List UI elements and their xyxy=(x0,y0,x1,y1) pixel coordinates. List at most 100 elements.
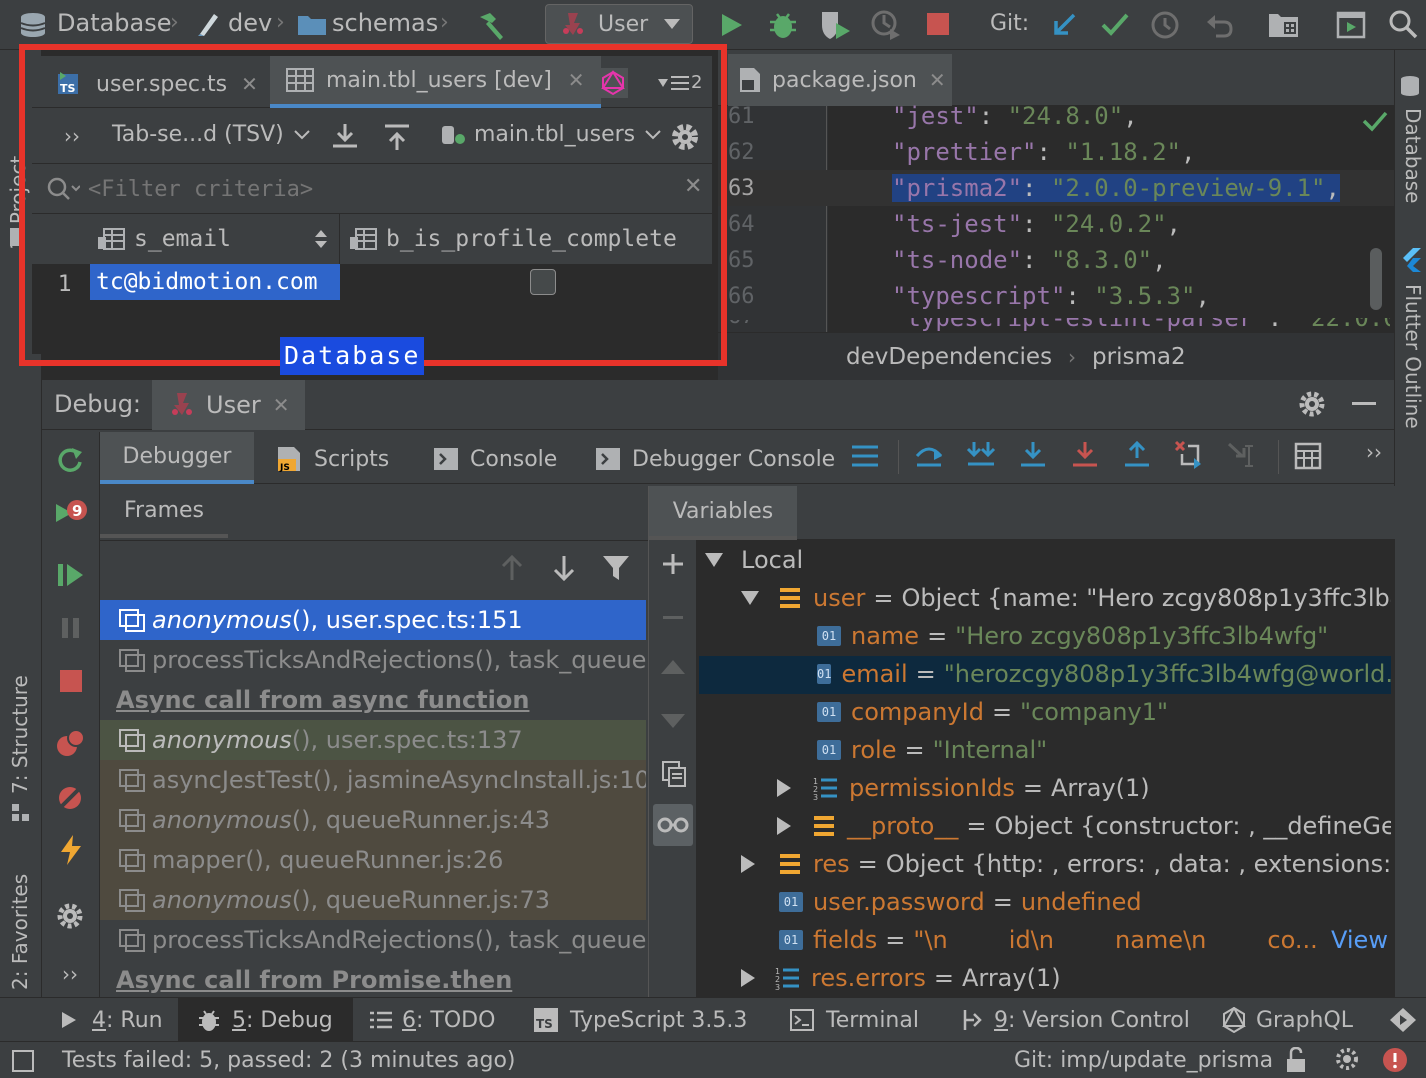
rollback-icon[interactable] xyxy=(1204,10,1234,40)
arrow-up-icon[interactable] xyxy=(500,554,524,582)
variable-res[interactable]: res = Object {http: , errors: , data: , e… xyxy=(741,850,1391,878)
tab-console[interactable]: Console xyxy=(434,442,557,476)
toolbar-expand-icon[interactable]: ›› xyxy=(1366,440,1382,464)
git-commit-check-icon[interactable] xyxy=(1100,11,1130,37)
favorites-tool-button[interactable]: 2: Favorites xyxy=(8,874,32,990)
git-branch-widget[interactable]: Git: imp/update_prisma xyxy=(1014,1048,1273,1073)
tool-tab-terminal[interactable]: Terminal xyxy=(790,1002,919,1038)
force-step-into-icon[interactable] xyxy=(1070,440,1100,470)
code-line-selected[interactable]: "prisma2": "2.0.0-preview-9.1", xyxy=(892,174,1340,202)
show-execution-point-icon[interactable] xyxy=(914,440,944,470)
breadcrumb-database[interactable]: Database xyxy=(57,9,172,37)
add-watch-plus-icon[interactable] xyxy=(661,552,685,576)
tab-package-json[interactable]: package.json ✕ xyxy=(728,54,952,106)
tool-tab-debug[interactable]: 5: Debug xyxy=(178,998,353,1042)
coverage-shield-icon[interactable] xyxy=(818,9,852,41)
debug-session-tab[interactable]: User ✕ xyxy=(152,380,306,430)
view-breakpoints-icon[interactable] xyxy=(56,728,86,758)
step-over-icon[interactable] xyxy=(966,440,996,470)
tool-tab-graphql[interactable]: GraphQL xyxy=(1222,1002,1353,1038)
variable-companyid-field[interactable]: 01 companyId = "company1" xyxy=(817,698,1168,726)
breadcrumb-dev[interactable]: dev xyxy=(228,9,272,37)
run-config-select[interactable]: User xyxy=(545,4,693,44)
close-icon[interactable]: ✕ xyxy=(273,393,290,417)
tool-tab-run[interactable]: 4: Run xyxy=(60,1002,163,1038)
toolbar-expand-icon[interactable]: ›› xyxy=(62,962,78,986)
stop-icon[interactable] xyxy=(60,670,82,692)
variable-user-password[interactable]: 01 user.password = undefined xyxy=(779,888,1142,916)
remove-watch-minus-icon[interactable] xyxy=(663,616,683,619)
editor-scrollbar[interactable] xyxy=(1370,248,1382,310)
variables-tab[interactable]: Variables xyxy=(649,486,797,540)
variable-email-field[interactable]: 01 email = "herozcgy808p1y3ffc3lb4wfg@wor… xyxy=(817,660,1391,688)
move-up-icon[interactable] xyxy=(661,660,685,674)
copy-icon[interactable] xyxy=(661,760,687,788)
step-into-icon[interactable] xyxy=(1018,440,1048,470)
variable-fields[interactable]: 01 fields = "\n id\n name\n co... xyxy=(779,926,1391,954)
frame-row[interactable]: anonymous (), user.spec.ts:137 xyxy=(100,720,646,760)
gear-icon[interactable] xyxy=(1298,390,1326,418)
evaluate-expression-icon[interactable] xyxy=(1294,442,1322,470)
debug-bug-icon[interactable] xyxy=(767,10,799,40)
tool-tab-version-control[interactable]: 9: Version Control xyxy=(960,1002,1190,1038)
tab-scripts[interactable]: JS Scripts xyxy=(276,442,389,476)
lightning-icon[interactable] xyxy=(58,834,84,866)
run-icon[interactable] xyxy=(718,12,744,38)
step-out-icon[interactable] xyxy=(1122,440,1152,470)
variable-res-errors[interactable]: 123 res.errors = Array(1) xyxy=(741,964,1061,992)
project-structure-icon[interactable] xyxy=(1268,10,1300,40)
tool-windows-toggle-icon[interactable] xyxy=(12,1050,34,1072)
minimize-icon[interactable] xyxy=(1352,402,1376,405)
close-icon[interactable]: ✕ xyxy=(929,68,946,92)
search-icon[interactable] xyxy=(1388,9,1418,39)
breadcrumb-prisma2[interactable]: prisma2 xyxy=(1092,344,1186,370)
stop-icon[interactable] xyxy=(927,13,949,35)
list-menu-icon[interactable] xyxy=(852,444,878,468)
inspection-settings-icon[interactable] xyxy=(1334,1046,1362,1074)
history-icon[interactable] xyxy=(1150,10,1180,40)
resume-icon[interactable] xyxy=(56,562,84,588)
lock-icon[interactable] xyxy=(1284,1047,1308,1073)
arrow-down-icon[interactable] xyxy=(552,554,576,582)
variable-user[interactable]: user = Object {name: "Hero zcgy808p1y3ff… xyxy=(741,584,1391,612)
error-alert-icon[interactable] xyxy=(1382,1047,1408,1073)
flutter-outline-tool-button[interactable]: Flutter Outline xyxy=(1401,284,1425,429)
inspection-ok-check-icon[interactable] xyxy=(1362,110,1388,132)
local-scope-node[interactable]: Local xyxy=(705,546,803,574)
frame-row[interactable]: processTicksAndRejections(), task_queues… xyxy=(100,640,646,680)
view-link[interactable]: View xyxy=(1327,926,1388,954)
mute-breakpoints-icon[interactable] xyxy=(56,784,84,812)
frame-row[interactable]: asyncJestTest (), jasmineAsyncInstall.js:… xyxy=(100,760,646,800)
rerun-failed-tests-icon[interactable]: 9 xyxy=(54,498,88,528)
tab-debugger[interactable]: Debugger xyxy=(100,432,254,484)
breadcrumb-schemas[interactable]: schemas xyxy=(332,9,438,37)
event-log-icon[interactable] xyxy=(1388,1006,1418,1034)
drop-frame-icon[interactable] xyxy=(1174,440,1204,470)
variable-name-field[interactable]: 01 name = "Hero zcgy808p1y3ffc3lb4wfg" xyxy=(817,622,1391,650)
database-tool-button[interactable]: Database xyxy=(1401,108,1425,203)
status-message[interactable]: Tests failed: 5, passed: 2 (3 minutes ag… xyxy=(62,1048,516,1073)
move-down-icon[interactable] xyxy=(661,714,685,728)
gear-icon[interactable] xyxy=(56,902,84,930)
build-hammer-icon[interactable] xyxy=(474,9,508,41)
git-update-icon[interactable] xyxy=(1050,11,1078,39)
tool-tab-todo[interactable]: 6: TODO xyxy=(370,1002,495,1038)
structure-tool-button[interactable]: 7: Structure xyxy=(8,675,32,794)
frame-row[interactable]: anonymous (), queueRunner.js:73 xyxy=(100,880,646,920)
run-to-cursor-icon[interactable] xyxy=(1226,440,1256,470)
tab-debugger-console[interactable]: Debugger Console xyxy=(596,442,835,476)
frame-row-selected[interactable]: anonymous (), user.spec.ts:151 xyxy=(100,600,646,640)
frame-row[interactable]: anonymous (), queueRunner.js:43 xyxy=(100,800,646,840)
rerun-icon[interactable] xyxy=(56,446,84,474)
watches-toggle[interactable] xyxy=(653,804,693,846)
variable-role-field[interactable]: 01 role = "Internal" xyxy=(817,736,1047,764)
tool-tab-typescript[interactable]: TS TypeScript 3.5.3 xyxy=(534,1002,747,1038)
variable-permissionids[interactable]: 123 permissionIds = Array(1) xyxy=(777,774,1150,802)
presentation-icon[interactable] xyxy=(1336,11,1366,39)
frame-row[interactable]: mapper (), queueRunner.js:26 xyxy=(100,840,646,880)
filter-icon[interactable] xyxy=(602,554,630,582)
profile-icon[interactable] xyxy=(870,9,902,41)
variable-proto[interactable]: __proto__ = Object {constructor: , __defi… xyxy=(777,812,1391,840)
breadcrumb-devdependencies[interactable]: devDependencies xyxy=(846,344,1052,370)
pause-icon[interactable] xyxy=(60,616,82,640)
